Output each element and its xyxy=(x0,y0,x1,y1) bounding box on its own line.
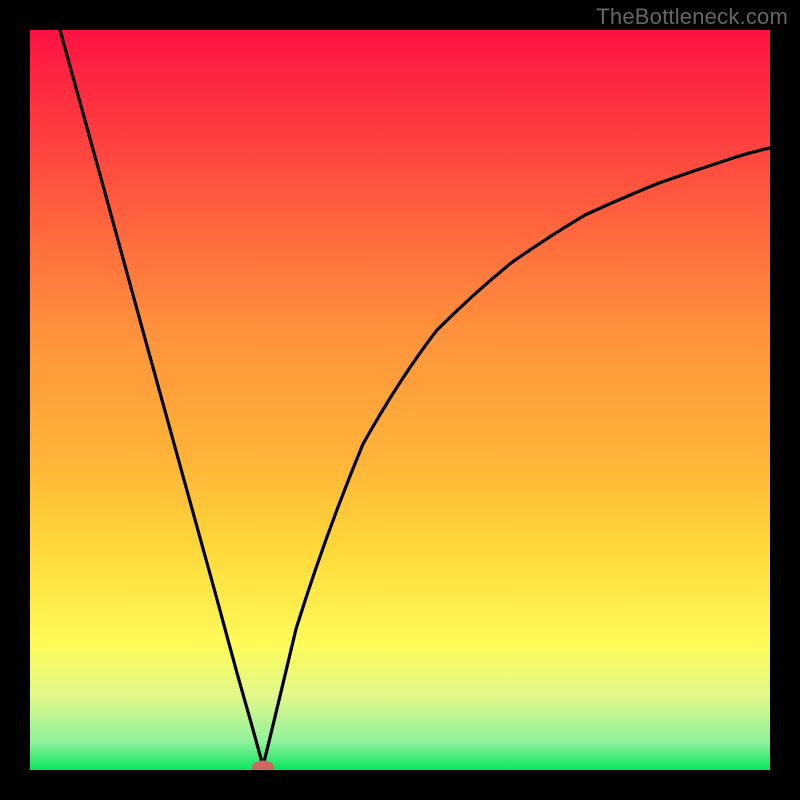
gradient-background xyxy=(30,30,770,770)
chart-svg xyxy=(30,30,770,770)
chart-outer-frame: TheBottleneck.com xyxy=(0,0,800,800)
plot-area xyxy=(30,30,770,770)
watermark-text: TheBottleneck.com xyxy=(596,4,788,30)
